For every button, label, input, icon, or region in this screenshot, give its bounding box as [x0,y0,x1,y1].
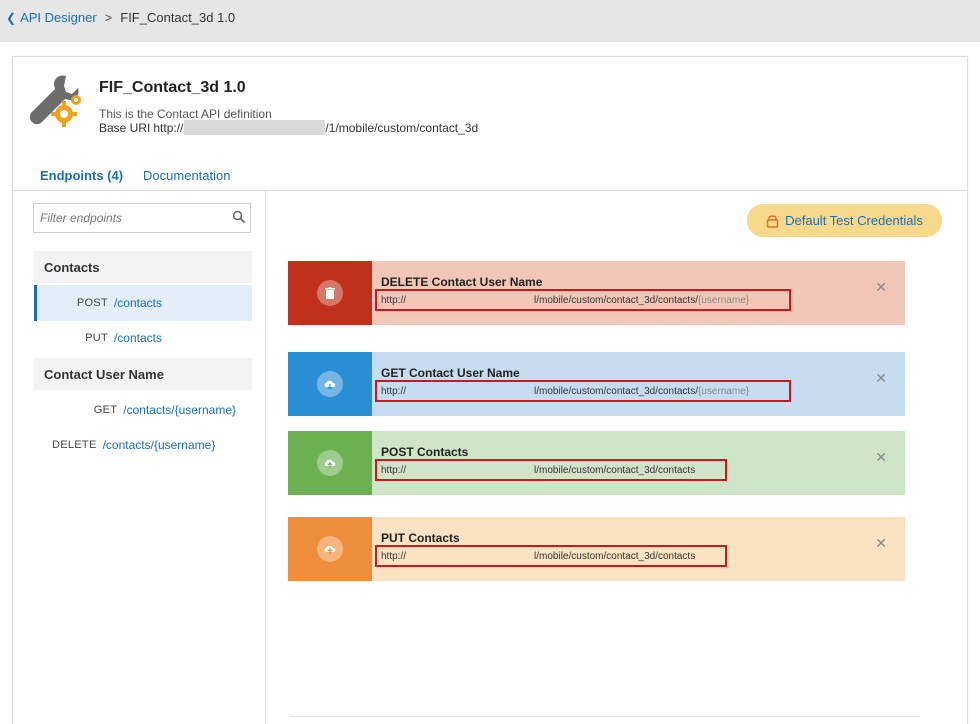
trash-icon [317,280,343,306]
endpoint-name: GET Contact User Name [381,366,520,380]
redacted-host [406,294,534,306]
api-description: This is the Contact API definition [99,107,272,121]
url-prefix: http:// [381,294,407,306]
endpoint-url: http:// l/mobile/custom/contact_3d/conta… [375,289,791,311]
url-prefix: http:// [381,385,407,397]
base-uri-suffix: /1/mobile/custom/contact_3d [325,121,479,135]
wrench-gear-icon [29,75,81,127]
sidebar-item-delete-username[interactable]: DELETE /contacts/{username} [52,427,270,463]
endpoint-name: PUT Contacts [381,531,460,545]
endpoint-name: DELETE Contact User Name [381,275,543,289]
path-label: /contacts/{username} [102,438,216,452]
breadcrumb: ❮ API Designer > FIF_Contact_3d 1.0 [6,10,235,25]
endpoint-color-bar [288,431,372,495]
path-label: /contacts [113,296,162,310]
sidebar-group-contact-user-name: Contact User Name [34,358,252,390]
breadcrumb-separator: > [104,10,113,25]
cloud-download-icon [317,371,343,397]
url-path: l/mobile/custom/contact_3d/contacts [534,464,696,476]
close-icon[interactable]: ✕ [875,279,887,296]
top-bar: ❮ API Designer > FIF_Contact_3d 1.0 [0,0,980,42]
breadcrumb-current: FIF_Contact_3d 1.0 [120,10,236,25]
base-uri-prefix: http:// [153,121,184,135]
sidebar-item-put-contacts[interactable]: PUT /contacts [34,320,252,356]
close-icon[interactable]: ✕ [875,370,887,387]
path-label: /contacts [113,331,162,345]
base-uri-label: Base URI [99,121,151,135]
endpoint-url: http:// l/mobile/custom/contact_3d/conta… [375,380,791,402]
credentials-label: Default Test Credentials [785,213,923,228]
endpoint-name: POST Contacts [381,445,469,459]
cloud-upload-icon [317,536,343,562]
method-label: DELETE [52,439,97,451]
endpoint-card-get[interactable]: GET Contact User Name http:// l/mobile/c… [288,352,905,416]
url-prefix: http:// [381,550,407,562]
lock-icon [766,214,779,228]
api-title: FIF_Contact_3d 1.0 [99,79,246,96]
endpoint-color-bar [288,261,372,325]
filter-endpoints-input[interactable] [33,203,251,233]
api-base-uri: Base URI http:// /1/mobile/custom/contac… [99,120,479,136]
search-icon[interactable] [232,210,246,224]
endpoint-card-put[interactable]: PUT Contacts http:// l/mobile/custom/con… [288,517,905,581]
url-path: l/mobile/custom/contact_3d/contacts/ [534,294,698,306]
breadcrumb-api-designer-link[interactable]: API Designer [20,10,97,25]
path-label: /contacts/{username} [123,403,236,417]
sidebar-item-get-username[interactable]: GET /contacts/{username} [34,392,252,428]
endpoint-color-bar [288,352,372,416]
redacted-host [406,464,534,476]
endpoint-color-bar [288,517,372,581]
chevron-left-icon[interactable]: ❮ [6,11,16,25]
bottom-divider [290,716,920,717]
url-param: {username} [698,385,750,397]
endpoint-url: http:// l/mobile/custom/contact_3d/conta… [375,459,727,481]
close-icon[interactable]: ✕ [875,535,887,552]
default-test-credentials-button[interactable]: Default Test Credentials [747,204,942,237]
url-prefix: http:// [381,464,407,476]
close-icon[interactable]: ✕ [875,449,887,466]
redacted-host [406,385,534,397]
redacted-host [184,120,326,135]
url-param: {username} [698,294,750,306]
endpoint-url: http:// l/mobile/custom/contact_3d/conta… [375,545,727,567]
method-label: POST [76,297,108,309]
method-label: PUT [85,332,108,344]
cloud-upload-icon [317,450,343,476]
url-path: l/mobile/custom/contact_3d/contacts [534,550,696,562]
endpoint-card-delete[interactable]: DELETE Contact User Name http:// l/mobil… [288,261,905,325]
method-label: GET [93,404,118,416]
sidebar-item-post-contacts[interactable]: POST /contacts [34,285,252,321]
redacted-host [406,550,534,562]
endpoint-card-post[interactable]: POST Contacts http:// l/mobile/custom/co… [288,431,905,495]
url-path: l/mobile/custom/contact_3d/contacts/ [534,385,698,397]
sidebar-group-contacts: Contacts [34,251,252,283]
